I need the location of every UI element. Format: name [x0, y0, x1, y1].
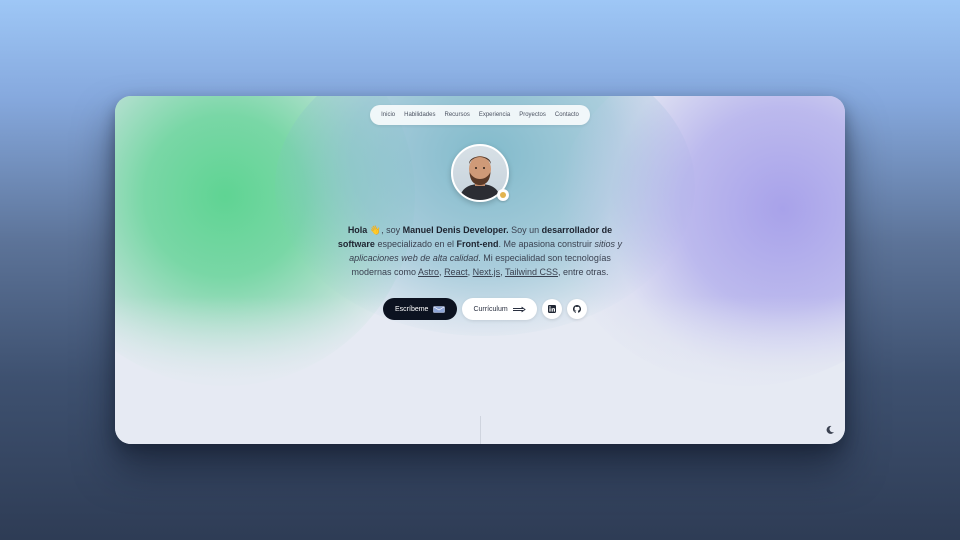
- hero-actions: Escríbeme Currículum: [383, 298, 587, 320]
- avatar-container: [451, 144, 509, 202]
- linkedin-button[interactable]: [541, 299, 562, 319]
- cv-button[interactable]: Currículum: [462, 298, 537, 320]
- moon-icon[interactable]: [825, 425, 835, 435]
- github-button[interactable]: [566, 299, 587, 319]
- nav-item-inicio[interactable]: Inicio: [381, 112, 395, 118]
- developer-name: Manuel Denis Developer.: [402, 225, 509, 235]
- nav-item-experiencia[interactable]: Experiencia: [479, 112, 510, 118]
- hero-bio: Hola 👋, soy Manuel Denis Developer. Soy …: [330, 223, 630, 279]
- contact-button[interactable]: Escríbeme: [383, 298, 458, 320]
- bio-text-3: especializado en el: [374, 239, 457, 249]
- bio-text-4: . Me apasiona construir: [498, 239, 595, 249]
- bio-outro: , entre otras.: [557, 267, 609, 277]
- greeting-text: Hola: [347, 225, 368, 235]
- arrow-right-icon: [512, 306, 526, 312]
- section-divider: [480, 416, 481, 444]
- bio-text-1: , soy: [381, 225, 403, 235]
- tech-link-astro[interactable]: Astro: [418, 267, 439, 277]
- mail-icon: [433, 305, 446, 313]
- top-nav: Inicio Habilidades Recursos Experiencia …: [370, 105, 590, 125]
- nav-item-recursos[interactable]: Recursos: [444, 112, 469, 118]
- status-badge: [497, 189, 509, 201]
- tech-link-nextjs[interactable]: Next.js: [473, 267, 501, 277]
- nav-item-habilidades[interactable]: Habilidades: [404, 112, 435, 118]
- tech-link-tailwind[interactable]: Tailwind CSS: [505, 267, 558, 277]
- tech-link-react[interactable]: React: [444, 267, 468, 277]
- github-icon: [572, 305, 581, 313]
- badge-dot-icon: [500, 192, 506, 198]
- linkedin-icon: [547, 305, 556, 313]
- nav-item-contacto[interactable]: Contacto: [555, 112, 579, 118]
- wave-emoji: 👋: [369, 225, 382, 235]
- contact-button-label: Escríbeme: [395, 305, 429, 313]
- bio-text-2: Soy un: [508, 225, 542, 235]
- cv-button-label: Currículum: [473, 305, 508, 313]
- hero-card: Inicio Habilidades Recursos Experiencia …: [115, 96, 845, 444]
- developer-focus: Front-end: [456, 239, 499, 249]
- nav-item-proyectos[interactable]: Proyectos: [519, 112, 546, 118]
